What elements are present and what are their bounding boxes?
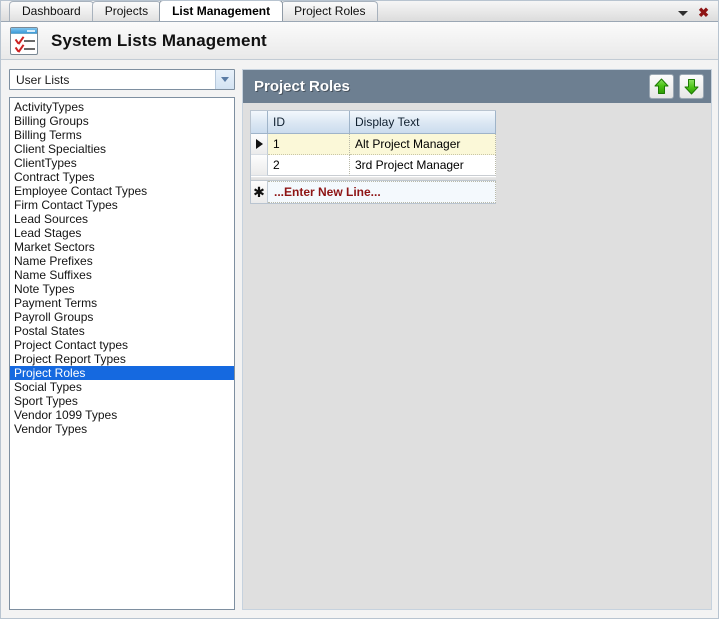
tab-project-roles[interactable]: Project Roles [281,1,379,21]
list-item-label: Note Types [14,282,75,296]
list-item-label: Project Roles [14,366,86,380]
list-item-name-suffixes[interactable]: Name Suffixes [10,268,234,282]
list-item-project-roles[interactable]: Project Roles [10,366,234,380]
new-row[interactable]: ✱ ...Enter New Line... [251,181,496,203]
list-item-label: Contract Types [14,170,95,184]
list-item-sport-types[interactable]: Sport Types [10,394,234,408]
checklist-window-icon [10,26,38,55]
tab-list-management[interactable]: List Management [159,1,284,21]
column-header-display-text[interactable]: Display Text [350,111,496,133]
tab-dashboard[interactable]: Dashboard [9,1,94,21]
list-item-label: Billing Groups [14,114,89,128]
asterisk-icon: ✱ [253,184,265,200]
cell-display-text[interactable]: Alt Project Manager [350,134,496,155]
list-item-vendor-types[interactable]: Vendor Types [10,422,234,436]
list-item-label: Billing Terms [14,128,82,142]
list-item-label: Employee Contact Types [14,184,148,198]
list-item-contract-types[interactable]: Contract Types [10,170,234,184]
list-item-label: Payment Terms [14,296,98,310]
tab-bar: Dashboard Projects List Management Proje… [1,1,718,22]
chevron-down-icon[interactable] [678,10,689,16]
list-item-label: Sport Types [14,394,78,408]
list-item-project-report-types[interactable]: Project Report Types [10,352,234,366]
list-item-label: Firm Contact Types [14,198,118,212]
new-row-marker: ✱ [251,181,268,203]
arrow-up-icon [654,78,669,94]
page-title: System Lists Management [51,30,267,50]
lists-sidebar: User Lists ActivityTypes Billing Groups … [9,69,235,610]
list-category-value: User Lists [16,72,70,87]
list-item-market-sectors[interactable]: Market Sectors [10,240,234,254]
new-row-label[interactable]: ...Enter New Line... [268,181,496,203]
list-item-lead-sources[interactable]: Lead Sources [10,212,234,226]
list-item-label: Project Contact types [14,338,129,352]
list-item-activitytypes[interactable]: ActivityTypes [10,100,234,114]
list-item-clienttypes[interactable]: ClientTypes [10,156,234,170]
cell-id[interactable]: 1 [268,134,350,155]
list-item-label: ActivityTypes [14,100,85,114]
tab-label: Project Roles [294,4,366,18]
list-values-grid[interactable]: ID Display Text 1 Alt Project Manager 2 [250,110,496,204]
list-item-firm-contact-types[interactable]: Firm Contact Types [10,198,234,212]
tab-label: Dashboard [22,4,81,18]
list-item-payroll-groups[interactable]: Payroll Groups [10,310,234,324]
table-row[interactable]: 1 Alt Project Manager [251,134,496,155]
arrow-down-icon [684,79,699,95]
list-item-payment-terms[interactable]: Payment Terms [10,296,234,310]
triangle-right-icon [255,139,263,149]
page-header: System Lists Management [1,22,718,60]
table-row[interactable]: 2 3rd Project Manager [251,155,496,176]
list-item-project-contact-types[interactable]: Project Contact types [10,338,234,352]
content-area: User Lists ActivityTypes Billing Groups … [1,61,718,618]
detail-panel: Project Roles ID Display Text 1 Alt Proj… [242,69,712,610]
list-item-label: Payroll Groups [14,310,94,324]
list-item-label: Name Prefixes [14,254,93,268]
column-header-id[interactable]: ID [268,111,350,133]
chevron-down-icon[interactable] [215,70,234,89]
current-row-indicator [251,134,268,155]
list-item-label: ClientTypes [14,156,77,170]
list-item-label: Social Types [14,380,82,394]
cell-display-text[interactable]: 3rd Project Manager [350,155,496,176]
detail-panel-header: Project Roles [243,70,711,103]
list-item-label: Lead Stages [14,226,82,240]
list-item-label: Name Suffixes [14,268,92,282]
list-item-employee-contact-types[interactable]: Employee Contact Types [10,184,234,198]
cell-id[interactable]: 2 [268,155,350,176]
close-icon[interactable]: ✖ [698,6,709,19]
tab-label: List Management [172,4,271,18]
application-window: Dashboard Projects List Management Proje… [0,0,719,619]
list-item-label: Vendor Types [14,422,88,436]
move-up-button[interactable] [649,74,674,99]
tab-label: Projects [104,4,149,18]
list-item-label: Project Report Types [14,352,126,366]
list-category-select[interactable]: User Lists [9,69,235,90]
grid-header-marker [251,111,268,133]
list-item-name-prefixes[interactable]: Name Prefixes [10,254,234,268]
list-item-billing-groups[interactable]: Billing Groups [10,114,234,128]
detail-panel-body: ID Display Text 1 Alt Project Manager 2 [243,103,711,609]
list-item-client-specialties[interactable]: Client Specialties [10,142,234,156]
row-indicator [251,155,268,176]
tab-bar-controls: ✖ [678,6,718,21]
list-item-billing-terms[interactable]: Billing Terms [10,128,234,142]
move-down-button[interactable] [679,74,704,99]
list-item-label: Vendor 1099 Types [14,408,118,422]
list-item-postal-states[interactable]: Postal States [10,324,234,338]
detail-panel-title: Project Roles [254,78,350,95]
list-item-label: Lead Sources [14,212,89,226]
list-item-vendor-1099-types[interactable]: Vendor 1099 Types [10,408,234,422]
grid-header-row: ID Display Text [251,111,496,134]
list-item-social-types[interactable]: Social Types [10,380,234,394]
tab-projects[interactable]: Projects [91,1,162,21]
list-item-note-types[interactable]: Note Types [10,282,234,296]
list-item-lead-stages[interactable]: Lead Stages [10,226,234,240]
list-item-label: Market Sectors [14,240,95,254]
list-item-label: Client Specialties [14,142,107,156]
list-names-listbox[interactable]: ActivityTypes Billing Groups Billing Ter… [9,97,235,610]
list-item-label: Postal States [14,324,85,338]
